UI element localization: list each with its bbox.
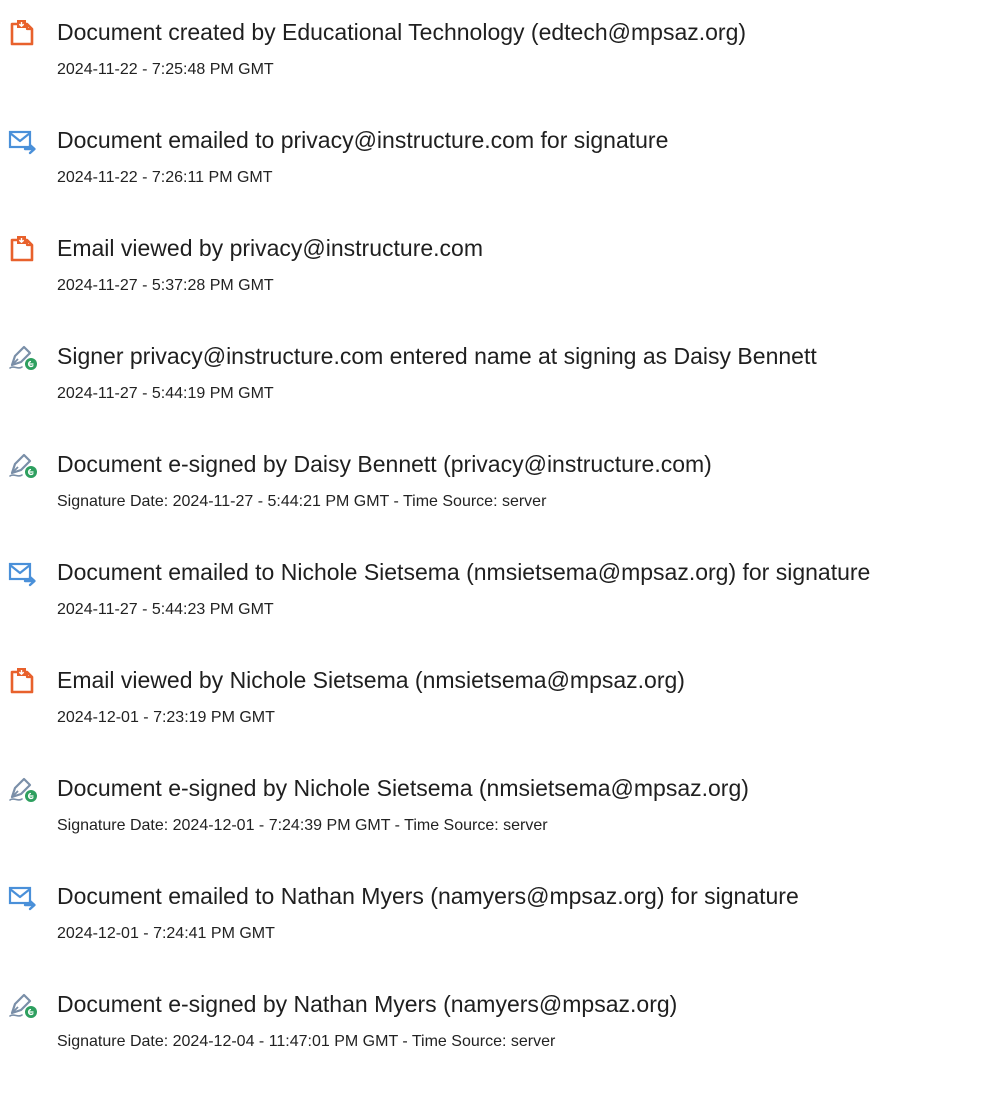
event-title: Document created by Educational Technolo… [57,19,747,45]
audit-trail-list: Document created by Educational Technolo… [0,0,1000,1109]
event-title: Document emailed to Nichole Sietsema (nm… [57,559,871,585]
signature-pen-icon [8,343,38,371]
email-icon [8,127,38,155]
event-timestamp: 2024-11-27 - 5:44:19 PM GMT [57,385,274,402]
event-title: Email viewed by privacy@instructure.com [57,235,483,261]
event-timestamp: Signature Date: 2024-12-04 - 11:47:01 PM… [57,1033,556,1050]
event-timestamp: 2024-11-22 - 7:26:11 PM GMT [57,169,273,186]
audit-event: Document e-signed by Daisy Bennett (priv… [0,442,1000,512]
email-icon [8,559,38,587]
event-title: Document e-signed by Daisy Bennett (priv… [57,451,712,477]
event-title: Signer privacy@instructure.com entered n… [57,343,817,369]
signature-pen-icon [8,451,38,479]
audit-event: Document e-signed by Nichole Sietsema (n… [0,766,1000,836]
audit-event: Document e-signed by Nathan Myers (namye… [0,982,1000,1052]
signature-pen-icon [8,991,38,1019]
event-timestamp: 2024-11-22 - 7:25:48 PM GMT [57,61,274,78]
document-icon [8,19,38,47]
audit-event: Document emailed to Nichole Sietsema (nm… [0,550,1000,620]
document-icon [8,235,38,263]
event-title: Document e-signed by Nichole Sietsema (n… [57,775,749,801]
event-title: Document emailed to privacy@instructure.… [57,127,669,153]
event-timestamp: 2024-12-01 - 7:24:41 PM GMT [57,925,275,942]
audit-event: Document emailed to Nathan Myers (namyer… [0,874,1000,944]
event-timestamp: 2024-11-27 - 5:37:28 PM GMT [57,277,274,294]
event-title: Document e-signed by Nathan Myers (namye… [57,991,678,1017]
document-icon [8,667,38,695]
signature-pen-icon [8,775,38,803]
event-timestamp: 2024-12-01 - 7:23:19 PM GMT [57,709,275,726]
email-icon [8,883,38,911]
audit-event: Document emailed to privacy@instructure.… [0,118,1000,188]
audit-event: Email viewed by privacy@instructure.com … [0,226,1000,296]
event-timestamp: Signature Date: 2024-11-27 - 5:44:21 PM … [57,493,547,510]
event-title: Document emailed to Nathan Myers (namyer… [57,883,799,909]
audit-event: Document created by Educational Technolo… [0,10,1000,80]
event-title: Email viewed by Nichole Sietsema (nmsiet… [57,667,685,693]
event-timestamp: Signature Date: 2024-12-01 - 7:24:39 PM … [57,817,548,834]
event-timestamp: 2024-11-27 - 5:44:23 PM GMT [57,601,274,618]
audit-event: Signer privacy@instructure.com entered n… [0,334,1000,404]
audit-event: Email viewed by Nichole Sietsema (nmsiet… [0,658,1000,728]
